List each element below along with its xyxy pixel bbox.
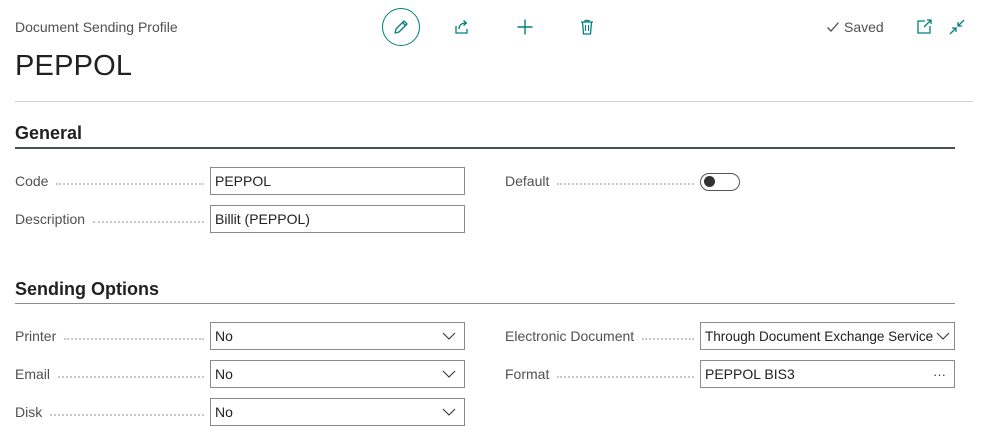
default-label-text: Default — [505, 173, 550, 189]
section-divider-general — [15, 147, 955, 149]
code-field[interactable]: PEPPOL — [210, 167, 465, 195]
section-title-general[interactable]: General — [15, 123, 82, 144]
format-field[interactable]: PEPPOL BIS3 ··· — [700, 360, 955, 388]
edit-button[interactable] — [382, 8, 420, 46]
plus-icon — [517, 19, 533, 35]
description-value: Billit (PEPPOL) — [215, 211, 310, 227]
chevron-down-icon — [442, 370, 456, 378]
disk-label: Disk — [15, 404, 210, 420]
page-title: PEPPOL — [15, 50, 133, 82]
electronic-document-select[interactable]: Through Document Exchange Service — [700, 322, 955, 350]
disk-value: No — [215, 404, 233, 420]
lookup-ellipsis-icon[interactable]: ··· — [933, 367, 946, 382]
default-toggle[interactable] — [700, 173, 740, 191]
chevron-down-icon — [442, 332, 456, 340]
open-in-new-window-icon — [917, 19, 932, 34]
printer-label-text: Printer — [15, 328, 57, 344]
code-value: PEPPOL — [215, 173, 272, 189]
default-label: Default — [505, 173, 700, 189]
disk-select[interactable]: No — [210, 398, 465, 426]
section-divider-sending-options — [15, 303, 955, 304]
share-button[interactable] — [443, 8, 481, 46]
format-label-text: Format — [505, 366, 550, 382]
format-label: Format — [505, 366, 700, 382]
code-label: Code — [15, 173, 210, 189]
pencil-icon — [394, 20, 408, 34]
description-label: Description — [15, 211, 210, 227]
chevron-down-icon — [936, 332, 950, 340]
email-select[interactable]: No — [210, 360, 465, 388]
electronic-document-label-text: Electronic Document — [505, 328, 635, 344]
toggle-knob — [704, 176, 715, 187]
email-value: No — [215, 366, 233, 382]
printer-label: Printer — [15, 328, 210, 344]
description-label-text: Description — [15, 211, 86, 227]
section-title-sending-options[interactable]: Sending Options — [15, 279, 159, 300]
trash-icon — [581, 19, 593, 35]
page-caption: Document Sending Profile — [15, 19, 178, 35]
header-divider — [15, 101, 973, 102]
disk-label-text: Disk — [15, 404, 43, 420]
collapse-icon — [949, 19, 965, 35]
electronic-document-value: Through Document Exchange Service — [705, 328, 934, 344]
printer-value: No — [215, 328, 233, 344]
open-new-window-button[interactable] — [914, 17, 934, 37]
saved-status: Saved — [826, 19, 884, 35]
email-label: Email — [15, 366, 210, 382]
delete-button[interactable] — [568, 8, 606, 46]
checkmark-icon — [827, 22, 839, 32]
collapse-button[interactable] — [947, 17, 967, 37]
description-field[interactable]: Billit (PEPPOL) — [210, 205, 465, 233]
email-label-text: Email — [15, 366, 51, 382]
format-value: PEPPOL BIS3 — [705, 366, 795, 382]
saved-label: Saved — [844, 19, 884, 35]
code-label-text: Code — [15, 173, 49, 189]
printer-select[interactable]: No — [210, 322, 465, 350]
share-icon — [455, 20, 468, 34]
electronic-document-label: Electronic Document — [505, 328, 700, 344]
chevron-down-icon — [442, 408, 456, 416]
new-button[interactable] — [506, 8, 544, 46]
